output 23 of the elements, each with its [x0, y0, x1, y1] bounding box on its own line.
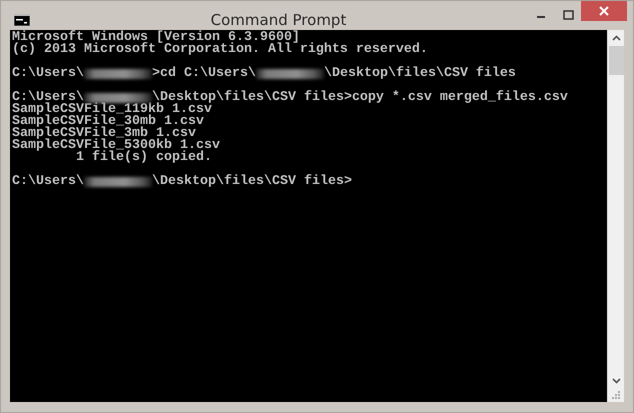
- blurred-username: [256, 69, 324, 79]
- close-icon: [599, 6, 609, 16]
- console-text: C:\Users\: [12, 176, 84, 188]
- scroll-thumb[interactable]: [608, 46, 624, 75]
- resize-grip-icon[interactable]: [612, 391, 620, 399]
- blurred-username: [84, 177, 152, 187]
- console-app-icon: [14, 14, 30, 26]
- window-title: Command Prompt: [210, 10, 348, 30]
- blurred-username: [84, 69, 152, 79]
- console-text: SampleCSVFile_30mb 1.csv: [12, 116, 204, 128]
- console-text: \Desktop\files\CSV files>: [152, 176, 352, 188]
- maximize-icon: [562, 10, 574, 20]
- console-text: 1 file(s) copied.: [76, 152, 212, 164]
- console-text: \Desktop\files\CSV files>copy *.csv merged_files.csv: [152, 92, 568, 104]
- console-text: SampleCSVFile_119kb 1.csv: [12, 104, 212, 116]
- console-text: \Desktop\files\CSV files: [324, 68, 516, 80]
- scroll-down-icon[interactable]: [612, 378, 620, 384]
- scroll-up-icon[interactable]: [612, 35, 620, 41]
- console-text: (c) 2013 Microsoft Corporation. All rights reserved.: [12, 44, 428, 56]
- console-text: C:\Users\: [12, 68, 84, 80]
- blurred-username: [84, 93, 152, 103]
- console-text: >cd C:\Users\: [152, 68, 256, 80]
- close-button[interactable]: [581, 1, 627, 21]
